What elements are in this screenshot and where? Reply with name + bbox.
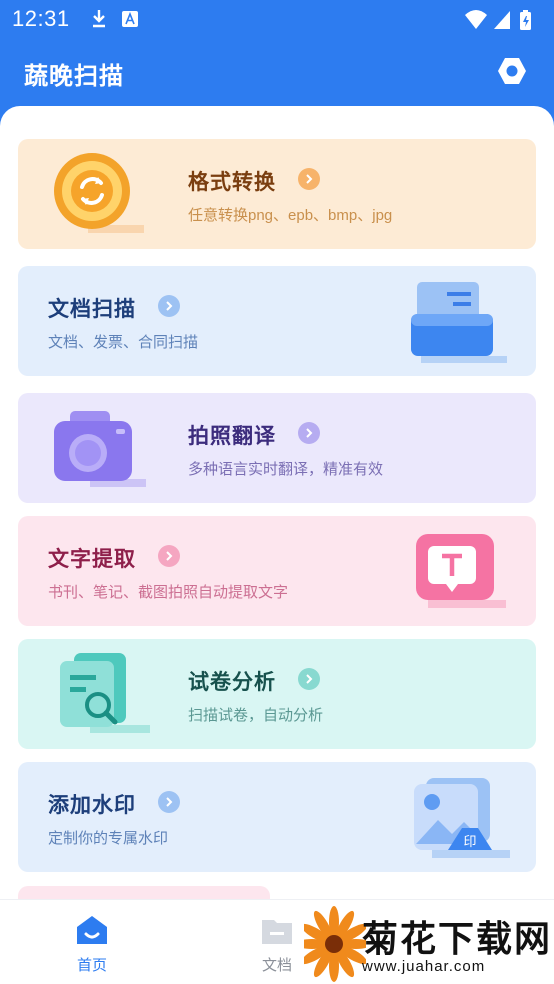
card-subtitle: 扫描试卷，自动分析 (188, 707, 324, 724)
card-text-extract[interactable]: 文字提取 书刊、笔记、截图拍照自动提取文字 (18, 516, 536, 626)
card-subtitle: 文档、发票、合同扫描 (48, 334, 199, 351)
nav-item-home[interactable]: 首页 (62, 914, 122, 975)
chevron-right-icon (298, 168, 320, 190)
image-watermark-icon: 印 (414, 778, 510, 858)
card-title: 文字提取 (48, 548, 136, 571)
status-time: 12:31 (12, 6, 70, 31)
card-title: 格式转换 (188, 171, 276, 194)
camera-icon (54, 411, 146, 487)
content-sheet: 格式转换 任意转换png、epb、bmp、jpg 文档扫描 文档、发票、合同扫描 (0, 106, 554, 984)
wifi-icon (465, 10, 487, 29)
app-notification-icon (122, 11, 138, 27)
status-left-icons (90, 8, 150, 36)
nav-docs-label: 文档 (261, 957, 292, 974)
nav-item-docs[interactable]: 文档 (247, 914, 307, 975)
card-subtitle: 定制你的专属水印 (48, 830, 169, 847)
chevron-right-icon (158, 295, 180, 317)
card-title: 添加水印 (48, 794, 136, 817)
watermark-text: 菊花下载网 (362, 918, 553, 959)
card-format-convert[interactable]: 格式转换 任意转换png、epb、bmp、jpg (18, 139, 536, 249)
card-document-scan[interactable]: 文档扫描 文档、发票、合同扫描 (18, 266, 536, 376)
download-icon (93, 10, 105, 28)
bottom-nav: 首页 文档 菊花下载网 www.juahar.com (0, 899, 554, 984)
scanner-icon (411, 282, 507, 363)
chevron-right-icon (298, 668, 320, 690)
status-right-icons (464, 8, 540, 38)
watermark-url: www.juahar.com (362, 958, 486, 975)
text-bubble-icon (416, 534, 506, 608)
page-title: 蔬晚扫描 (24, 63, 124, 90)
chevron-right-icon (298, 422, 320, 444)
chevron-right-icon (158, 545, 180, 567)
card-title: 文档扫描 (48, 298, 136, 321)
battery-icon (520, 10, 531, 30)
card-subtitle: 多种语言实时翻译，精准有效 (188, 461, 384, 478)
card-title: 拍照翻译 (188, 425, 276, 448)
card-title: 试卷分析 (188, 671, 276, 694)
flower-logo-icon (304, 906, 366, 982)
app-header: 蔬晚扫描 (0, 38, 554, 104)
card-add-watermark[interactable]: 添加水印 定制你的专属水印 印 (18, 762, 536, 872)
nav-home-label: 首页 (76, 957, 107, 974)
svg-text:印: 印 (463, 835, 476, 850)
folder-icon (262, 920, 292, 944)
card-exam-analysis[interactable]: 试卷分析 扫描试卷，自动分析 (18, 639, 536, 749)
card-subtitle: 书刊、笔记、截图拍照自动提取文字 (48, 584, 289, 601)
card-subtitle: 任意转换png、epb、bmp、jpg (188, 207, 393, 224)
settings-button[interactable] (496, 55, 528, 87)
signal-icon (494, 11, 510, 29)
coin-convert-icon (54, 153, 144, 233)
watermark-logo: 菊花下载网 www.juahar.com (304, 900, 554, 984)
chevron-right-icon (158, 791, 180, 813)
settings-hexagon-icon (498, 58, 526, 84)
card-photo-translate[interactable]: 拍照翻译 多种语言实时翻译，精准有效 (18, 393, 536, 503)
document-search-icon (60, 653, 150, 733)
status-bar: 12:31 (0, 0, 554, 38)
home-icon (77, 916, 107, 944)
